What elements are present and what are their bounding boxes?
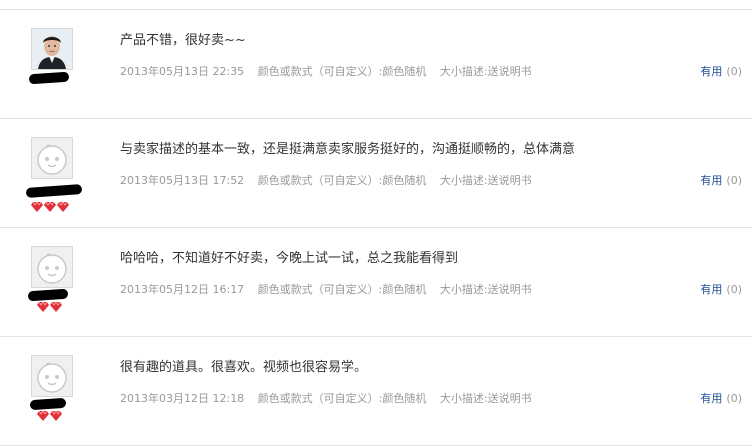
review-size-option: 大小描述:送说明书 — [439, 283, 532, 296]
review-size-option: 大小描述:送说明书 — [439, 65, 532, 78]
buyer-rank-gems — [37, 411, 62, 421]
gem-icon — [50, 302, 62, 312]
review-content: 很有趣的道具。很喜欢。视频也很容易学。 — [120, 360, 368, 375]
useful-count: (0) — [726, 283, 742, 296]
useful-vote: 有用 (0) — [700, 65, 742, 79]
useful-count: (0) — [726, 392, 742, 405]
useful-count: (0) — [726, 174, 742, 187]
user-avatar-photo[interactable] — [31, 28, 73, 70]
redacted-username[interactable] — [25, 184, 83, 198]
redacted-username[interactable] — [29, 397, 67, 411]
review-date: 2013年03月12日 12:18 — [120, 392, 245, 405]
useful-link[interactable]: 有用 — [700, 65, 722, 78]
review-size-option: 大小描述:送说明书 — [439, 174, 532, 187]
review-color-option: 颜色或款式（可自定义）:颜色随机 — [257, 174, 427, 187]
review-content: 产品不错，很好卖~~ — [120, 33, 246, 48]
review-content: 与卖家描述的基本一致，还是挺满意卖家服务挺好的，沟通挺顺畅的，总体满意 — [120, 142, 576, 157]
user-avatar-default[interactable] — [31, 355, 73, 397]
buyer-rank-gems — [31, 202, 69, 212]
review-content: 哈哈哈，不知道好不好卖，今晚上试一试，总之我能看得到 — [120, 251, 459, 266]
useful-link[interactable]: 有用 — [700, 392, 722, 405]
gem-icon — [50, 411, 62, 421]
review-color-option: 颜色或款式（可自定义）:颜色随机 — [257, 283, 427, 296]
redacted-username[interactable] — [27, 288, 69, 302]
useful-count: (0) — [726, 65, 742, 78]
review-item: 与卖家描述的基本一致，还是挺满意卖家服务挺好的，沟通挺顺畅的，总体满意 2013… — [0, 119, 752, 228]
user-avatar-default[interactable] — [31, 137, 73, 179]
gem-icon — [57, 202, 69, 212]
gem-icon — [44, 202, 56, 212]
useful-link[interactable]: 有用 — [700, 283, 722, 296]
review-meta: 2013年03月12日 12:18 颜色或款式（可自定义）:颜色随机 大小描述:… — [120, 392, 542, 406]
review-item: 很有趣的道具。很喜欢。视频也很容易学。 2013年03月12日 12:18 颜色… — [0, 337, 752, 446]
review-date: 2013年05月13日 22:35 — [120, 65, 245, 78]
review-meta: 2013年05月12日 16:17 颜色或款式（可自定义）:颜色随机 大小描述:… — [120, 283, 542, 297]
user-avatar-default[interactable] — [31, 246, 73, 288]
review-color-option: 颜色或款式（可自定义）:颜色随机 — [257, 65, 427, 78]
gem-icon — [37, 302, 49, 312]
useful-vote: 有用 (0) — [700, 174, 742, 188]
review-list: 产品不错，很好卖~~ 2013年05月13日 22:35 颜色或款式（可自定义）… — [0, 9, 752, 446]
review-item: 产品不错，很好卖~~ 2013年05月13日 22:35 颜色或款式（可自定义）… — [0, 10, 752, 119]
useful-vote: 有用 (0) — [700, 283, 742, 297]
gem-icon — [31, 202, 43, 212]
useful-vote: 有用 (0) — [700, 392, 742, 406]
useful-link[interactable]: 有用 — [700, 174, 722, 187]
review-meta: 2013年05月13日 17:52 颜色或款式（可自定义）:颜色随机 大小描述:… — [120, 174, 542, 188]
buyer-rank-gems — [37, 302, 62, 312]
gem-icon — [37, 411, 49, 421]
redacted-username[interactable] — [28, 71, 70, 85]
review-size-option: 大小描述:送说明书 — [439, 392, 532, 405]
review-date: 2013年05月13日 17:52 — [120, 174, 245, 187]
review-meta: 2013年05月13日 22:35 颜色或款式（可自定义）:颜色随机 大小描述:… — [120, 65, 542, 79]
review-item: 哈哈哈，不知道好不好卖，今晚上试一试，总之我能看得到 2013年05月12日 1… — [0, 228, 752, 337]
review-date: 2013年05月12日 16:17 — [120, 283, 245, 296]
review-color-option: 颜色或款式（可自定义）:颜色随机 — [257, 392, 427, 405]
